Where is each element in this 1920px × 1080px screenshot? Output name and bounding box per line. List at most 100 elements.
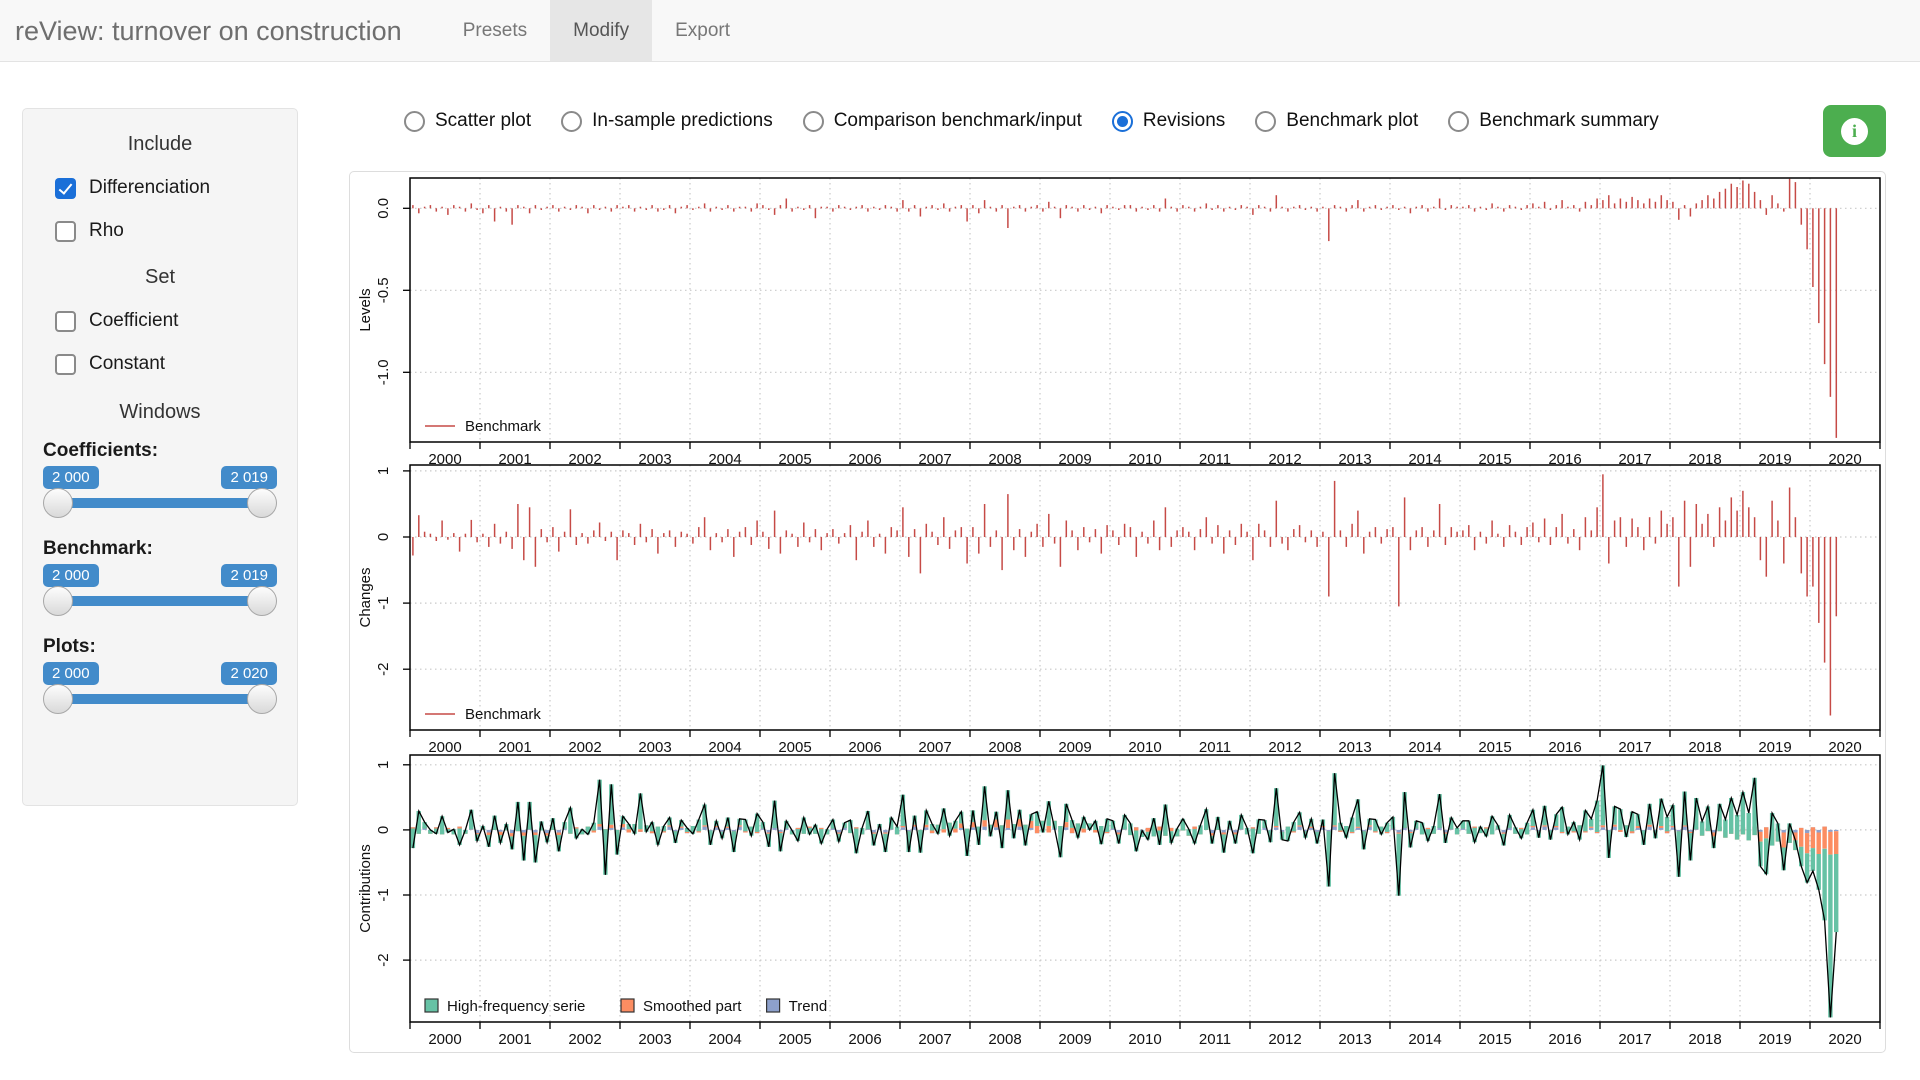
slider-handle-left[interactable]	[43, 586, 73, 616]
nav-tabs: Presets Modify Export	[440, 0, 753, 61]
svg-text:2013: 2013	[1338, 739, 1371, 756]
svg-text:2006: 2006	[848, 739, 881, 756]
svg-text:2016: 2016	[1548, 1031, 1581, 1048]
svg-text:2012: 2012	[1268, 1031, 1301, 1048]
slider-handle-left[interactable]	[43, 488, 73, 518]
radio-option-comparison-benchmark-input[interactable]: Comparison benchmark/input	[803, 110, 1082, 132]
slider-handle-right[interactable]	[247, 586, 277, 616]
svg-text:2014: 2014	[1408, 739, 1441, 756]
radio-icon[interactable]	[404, 111, 425, 132]
svg-text:2004: 2004	[708, 739, 741, 756]
svg-text:2001: 2001	[498, 739, 531, 756]
slider-from-badge: 2 000	[43, 466, 99, 489]
checkbox-label: Coefficient	[89, 310, 178, 332]
tab-export[interactable]: Export	[652, 0, 753, 61]
svg-text:Trend: Trend	[789, 998, 828, 1015]
radio-option-benchmark-plot[interactable]: Benchmark plot	[1255, 110, 1418, 132]
slider-range-fill[interactable]	[55, 694, 265, 704]
slider-handle-right[interactable]	[247, 488, 277, 518]
svg-text:2005: 2005	[778, 739, 811, 756]
radio-label: Comparison benchmark/input	[834, 110, 1082, 132]
svg-text:2013: 2013	[1338, 1031, 1371, 1048]
svg-text:-0.5: -0.5	[375, 277, 392, 303]
header: reView: turnover on construction Presets…	[0, 0, 1920, 62]
checkbox-icon[interactable]	[55, 354, 76, 375]
svg-text:2011: 2011	[1199, 739, 1231, 756]
radio-option-revisions[interactable]: Revisions	[1112, 110, 1225, 132]
svg-text:Levels: Levels	[357, 288, 374, 331]
plots-slider-label: Plots:	[43, 636, 277, 658]
svg-text:2020: 2020	[1828, 739, 1861, 756]
slider-range-fill[interactable]	[55, 596, 265, 606]
revisions-chart-panel: 2000200120022003200420052006200720082009…	[349, 171, 1886, 1053]
slider-handle-left[interactable]	[43, 684, 73, 714]
coefficients-slider: 2 000 2 019	[43, 466, 277, 522]
svg-text:-1.0: -1.0	[375, 359, 392, 385]
svg-text:2003: 2003	[638, 1031, 671, 1048]
info-icon: i	[1841, 118, 1868, 145]
checkbox-icon[interactable]	[55, 221, 76, 242]
radio-icon[interactable]	[1448, 111, 1469, 132]
radio-option-in-sample-predictions[interactable]: In-sample predictions	[561, 110, 773, 132]
svg-text:2015: 2015	[1478, 739, 1511, 756]
checkbox-icon[interactable]	[55, 311, 76, 332]
svg-text:2019: 2019	[1758, 739, 1791, 756]
checkbox-icon[interactable]	[55, 178, 76, 199]
tab-presets[interactable]: Presets	[440, 0, 550, 61]
svg-text:Contributions: Contributions	[357, 844, 374, 932]
svg-text:2007: 2007	[918, 1031, 951, 1048]
checkbox-differenciation[interactable]: Differenciation	[55, 177, 277, 199]
svg-text:2011: 2011	[1199, 1031, 1231, 1048]
svg-text:Benchmark: Benchmark	[465, 706, 541, 723]
slider-range-fill[interactable]	[55, 498, 265, 508]
radio-icon[interactable]	[561, 111, 582, 132]
slider-to-badge: 2 020	[221, 662, 277, 685]
set-heading: Set	[43, 266, 277, 289]
radio-label: Scatter plot	[435, 110, 531, 132]
svg-text:0.0: 0.0	[375, 198, 392, 219]
radio-option-scatter-plot[interactable]: Scatter plot	[404, 110, 531, 132]
radio-label: Benchmark summary	[1479, 110, 1659, 132]
svg-text:2008: 2008	[988, 739, 1021, 756]
svg-text:2016: 2016	[1548, 739, 1581, 756]
radio-icon[interactable]	[1255, 111, 1276, 132]
checkbox-constant[interactable]: Constant	[55, 353, 277, 375]
svg-text:2017: 2017	[1618, 1031, 1651, 1048]
svg-text:Changes: Changes	[357, 567, 374, 627]
svg-text:2010: 2010	[1128, 739, 1161, 756]
svg-text:2000: 2000	[428, 1031, 461, 1048]
radio-option-benchmark-summary[interactable]: Benchmark summary	[1448, 110, 1659, 132]
app-title: reView: turnover on construction	[15, 0, 402, 61]
svg-text:2014: 2014	[1408, 1031, 1441, 1048]
svg-text:2019: 2019	[1758, 1031, 1791, 1048]
svg-text:2018: 2018	[1688, 1031, 1721, 1048]
plots-slider: 2 000 2 020	[43, 662, 277, 718]
svg-text:-2: -2	[375, 953, 392, 966]
svg-text:2003: 2003	[638, 739, 671, 756]
svg-text:2017: 2017	[1618, 739, 1651, 756]
svg-text:-2: -2	[375, 663, 392, 676]
svg-text:2007: 2007	[918, 739, 951, 756]
checkbox-rho[interactable]: Rho	[55, 220, 277, 242]
radio-label: Benchmark plot	[1286, 110, 1418, 132]
checkbox-label: Constant	[89, 353, 165, 375]
radio-label: Revisions	[1143, 110, 1225, 132]
svg-text:2004: 2004	[708, 1031, 741, 1048]
svg-text:1: 1	[375, 467, 392, 475]
svg-text:-1: -1	[375, 888, 392, 901]
radio-icon[interactable]	[803, 111, 824, 132]
coefficients-slider-label: Coefficients:	[43, 440, 277, 462]
svg-text:Smoothed part: Smoothed part	[643, 998, 742, 1015]
slider-handle-right[interactable]	[247, 684, 277, 714]
svg-text:2008: 2008	[988, 1031, 1021, 1048]
svg-text:2000: 2000	[428, 739, 461, 756]
radio-icon[interactable]	[1112, 111, 1133, 132]
info-button[interactable]: i	[1823, 105, 1886, 157]
checkbox-coefficient[interactable]: Coefficient	[55, 310, 277, 332]
svg-text:1: 1	[375, 761, 392, 769]
checkbox-label: Rho	[89, 220, 124, 242]
slider-from-badge: 2 000	[43, 662, 99, 685]
windows-heading: Windows	[43, 401, 277, 424]
tab-modify[interactable]: Modify	[550, 0, 652, 61]
svg-text:2009: 2009	[1058, 739, 1091, 756]
